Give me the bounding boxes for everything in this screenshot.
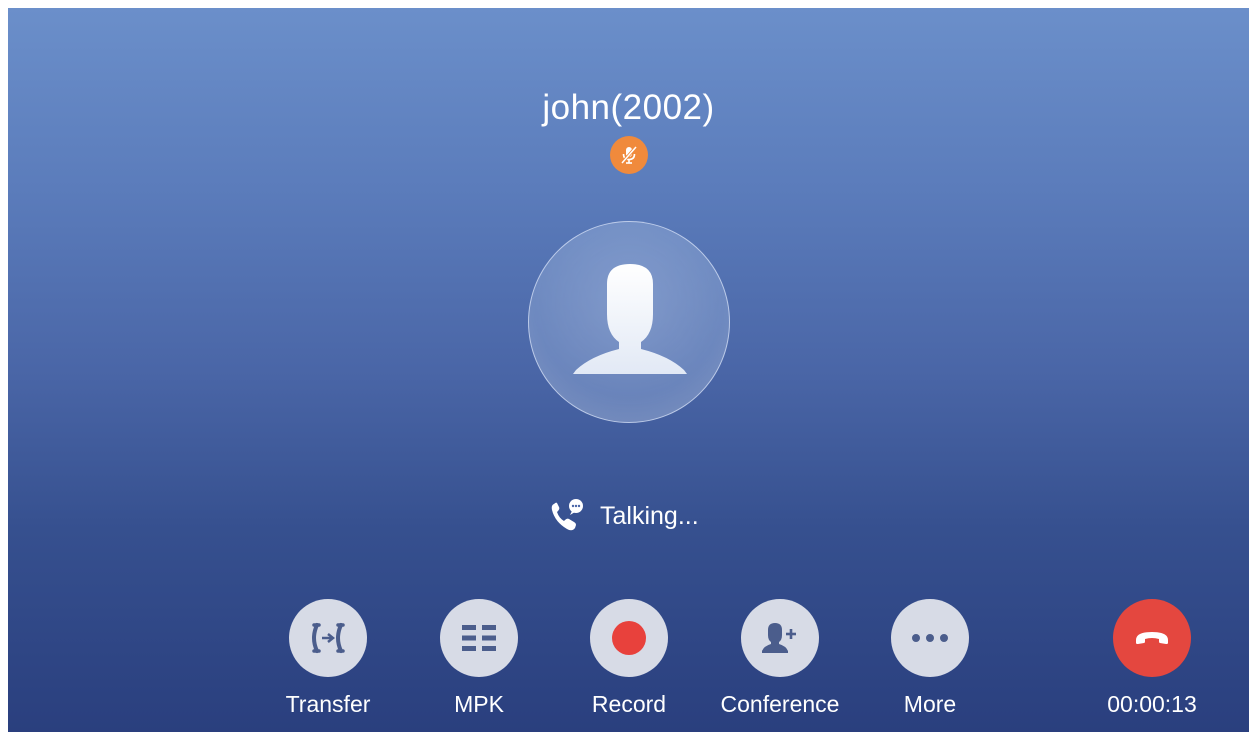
conference-button-circle[interactable]: [741, 599, 819, 677]
transfer-button-circle[interactable]: [289, 599, 367, 677]
hang-up-button-circle[interactable]: [1113, 599, 1191, 677]
caller-name: john(2002): [542, 88, 715, 127]
conference-label: Conference: [720, 691, 840, 717]
more-button[interactable]: More: [855, 599, 1005, 718]
mpk-button[interactable]: MPK: [404, 599, 554, 718]
record-dot-icon: [612, 621, 646, 655]
more-button-circle[interactable]: [891, 599, 969, 677]
phone-talking-icon: [551, 499, 583, 531]
more-dots-icon: [912, 634, 948, 642]
mpk-grid-icon: [462, 625, 496, 651]
mute-status-badge: [610, 136, 648, 174]
call-duration: 00:00:13: [1107, 691, 1197, 717]
record-button[interactable]: Record: [554, 599, 704, 718]
transfer-button[interactable]: Transfer: [253, 599, 403, 718]
add-person-icon: [762, 623, 796, 653]
record-label: Record: [591, 691, 667, 717]
contact-avatar: [528, 221, 730, 423]
muted-microphone-icon: [620, 145, 638, 165]
mpk-label: MPK: [454, 691, 504, 717]
conference-button[interactable]: Conference: [705, 599, 855, 718]
more-label: More: [903, 691, 957, 717]
hang-up-button[interactable]: 00:00:13: [1077, 599, 1227, 718]
call-status: Talking...: [548, 498, 699, 534]
status-text: Talking...: [600, 501, 699, 530]
hang-up-icon: [1136, 632, 1168, 644]
record-button-circle[interactable]: [590, 599, 668, 677]
transfer-label: Transfer: [285, 691, 371, 717]
default-user-icon: [573, 264, 687, 374]
call-screen: john(2002) Talking... Transfer MPK Recor…: [8, 8, 1249, 732]
mpk-button-circle[interactable]: [440, 599, 518, 677]
transfer-icon: [312, 623, 345, 653]
